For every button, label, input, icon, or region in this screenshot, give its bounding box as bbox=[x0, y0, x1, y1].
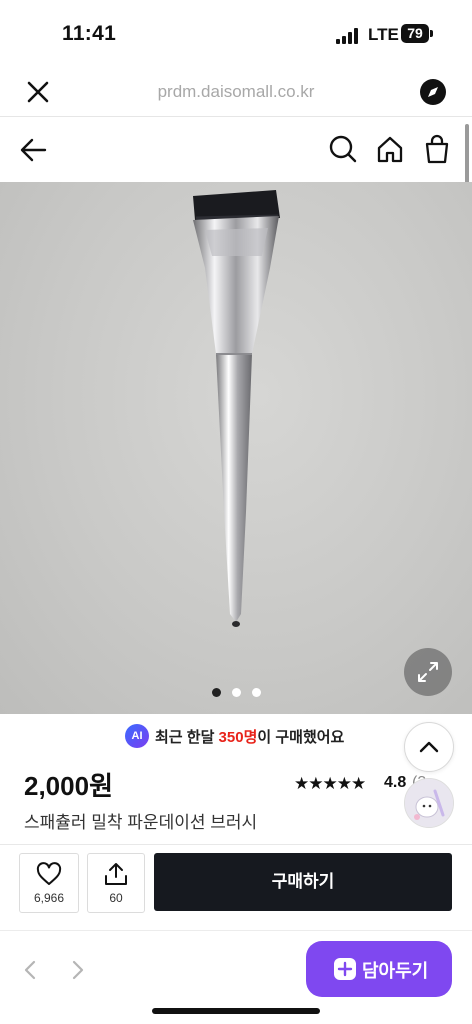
chatbot-avatar[interactable] bbox=[404, 778, 454, 828]
brush-illustration bbox=[193, 190, 280, 627]
shopping-bag-icon[interactable] bbox=[423, 134, 451, 164]
like-count: 6,966 bbox=[33, 891, 65, 905]
buy-button[interactable]: 구매하기 bbox=[154, 853, 452, 911]
recent-suffix: 이 구매했어요 bbox=[257, 729, 345, 746]
divider bbox=[0, 116, 472, 117]
rating-value: 4.8 bbox=[384, 774, 407, 791]
network-type: LTE bbox=[368, 25, 399, 44]
product-image[interactable] bbox=[0, 182, 472, 714]
divider bbox=[0, 930, 472, 931]
recent-count: 350명 bbox=[218, 729, 258, 746]
product-price: 2,000원 bbox=[24, 771, 113, 801]
product-name: 스패츌러 밀착 파운데이션 브러시 bbox=[24, 813, 258, 832]
divider bbox=[0, 844, 472, 845]
pagination-dot-active[interactable] bbox=[212, 688, 221, 697]
share-icon bbox=[105, 863, 127, 885]
share-button[interactable]: 60 bbox=[87, 853, 145, 913]
heart-icon bbox=[36, 862, 62, 885]
like-button[interactable]: 6,966 bbox=[19, 853, 79, 913]
plus-glyph bbox=[337, 961, 353, 977]
url-text[interactable]: prdm.daisomall.co.kr bbox=[0, 82, 472, 102]
battery-tip bbox=[430, 30, 433, 37]
chevron-up-icon bbox=[419, 741, 439, 753]
scroll-up-button[interactable] bbox=[404, 722, 454, 772]
recent-prefix: 최근 한달 bbox=[155, 729, 219, 746]
pagination-dot[interactable] bbox=[232, 688, 241, 697]
recent-purchase-text: 최근 한달 350명이 구매했어요 bbox=[155, 726, 344, 747]
ai-badge-icon: AI bbox=[125, 724, 149, 748]
battery-icon: 79 bbox=[401, 24, 429, 43]
save-to-cart-button[interactable]: 담아두기 bbox=[306, 941, 452, 997]
cart-label: 담아두기 bbox=[362, 961, 429, 981]
expand-icon bbox=[418, 662, 438, 682]
rating-stars: ★★★★★ bbox=[294, 774, 366, 793]
plus-icon bbox=[334, 958, 356, 980]
chevron-left-icon[interactable] bbox=[20, 958, 42, 982]
signal-icon bbox=[336, 28, 358, 44]
expand-image-button[interactable] bbox=[404, 648, 452, 696]
status-time: 11:41 bbox=[62, 22, 117, 45]
back-arrow-icon[interactable] bbox=[18, 134, 50, 166]
compass-icon[interactable] bbox=[419, 78, 447, 106]
share-count: 60 bbox=[109, 891, 123, 905]
home-indicator[interactable] bbox=[152, 1008, 320, 1014]
search-icon[interactable] bbox=[328, 134, 358, 164]
gallery-pagination bbox=[212, 688, 262, 698]
pagination-dot[interactable] bbox=[252, 688, 261, 697]
character-icon bbox=[405, 779, 453, 827]
chevron-right-icon[interactable] bbox=[66, 958, 88, 982]
home-icon[interactable] bbox=[375, 134, 405, 164]
